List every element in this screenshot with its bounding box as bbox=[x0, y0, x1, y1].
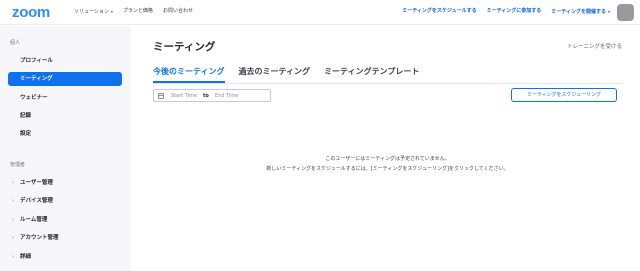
avatar[interactable] bbox=[617, 4, 634, 21]
chevron-right-icon: › bbox=[12, 217, 14, 223]
tabs-divider bbox=[153, 83, 622, 84]
tab-meeting-templates[interactable]: ミーティングテンプレート bbox=[324, 66, 419, 83]
main-content: ミーティング トレーニングを受ける 今後のミーティング 過去のミーティング ミー… bbox=[131, 26, 640, 271]
sidebar-item-settings[interactable]: 設定 bbox=[8, 127, 122, 141]
calendar-icon bbox=[158, 92, 164, 99]
sidebar-item-device-management[interactable]: › デバイス管理 bbox=[8, 194, 122, 208]
meeting-tabs: 今後のミーティング 過去のミーティング ミーティングテンプレート bbox=[153, 66, 419, 83]
sidebar-item-account-management[interactable]: › アカウント管理 bbox=[8, 231, 122, 245]
nav-pricing-link[interactable]: プランと価格 bbox=[123, 8, 153, 16]
nav-schedule-meeting-link[interactable]: ミーティングをスケジュールする bbox=[402, 8, 476, 16]
sidebar-item-meetings[interactable]: ミーティング bbox=[8, 72, 122, 86]
sidebar-item-advanced[interactable]: › 詳細 bbox=[8, 250, 122, 264]
chevron-right-icon: › bbox=[12, 180, 14, 186]
sidebar-item-webinars[interactable]: ウェビナー bbox=[8, 91, 122, 105]
sidebar-item-label: デバイス管理 bbox=[20, 198, 53, 204]
start-time-field[interactable]: Start Time bbox=[171, 93, 197, 99]
nav-left-links: ソリューション ▾ プランと価格 お問い合わせ bbox=[74, 8, 193, 16]
sidebar-item-room-management[interactable]: › ルーム管理 bbox=[8, 213, 122, 227]
sidebar-item-recordings[interactable]: 記録 bbox=[8, 109, 122, 123]
nav-join-meeting-link[interactable]: ミーティングに参加する bbox=[487, 8, 542, 16]
date-range-picker[interactable]: Start Time to End Time bbox=[153, 89, 271, 102]
empty-state-message: このユーザーにはミーティングは予定されていません。 新しいミーティングをスケジュ… bbox=[153, 154, 622, 174]
empty-state-line-2: 新しいミーティングをスケジュールするには、[ミーティングをスケジューリング]をク… bbox=[266, 166, 509, 172]
end-time-field[interactable]: End Time bbox=[215, 93, 238, 99]
date-range-separator: to bbox=[203, 92, 209, 99]
nav-host-meeting-link[interactable]: ミーティングを開催する ▾ bbox=[551, 8, 610, 16]
empty-state-line-1: このユーザーにはミーティングは予定されていません。 bbox=[325, 156, 450, 162]
zoom-logo[interactable]: zoom bbox=[12, 5, 50, 20]
tab-upcoming-meetings[interactable]: 今後のミーティング bbox=[153, 66, 225, 83]
chevron-right-icon: › bbox=[12, 235, 14, 241]
sidebar: 個人 プロフィール ミーティング ウェビナー 記録 設定 管理者 › ユーザー管理… bbox=[0, 26, 131, 271]
sidebar-section-admin: 管理者 bbox=[10, 162, 26, 168]
tab-previous-meetings[interactable]: 過去のミーティング bbox=[239, 66, 311, 83]
sidebar-item-label: ルーム管理 bbox=[20, 217, 48, 223]
nav-host-meeting-label: ミーティングを開催する bbox=[551, 9, 606, 15]
training-link[interactable]: トレーニングを受ける bbox=[567, 44, 622, 51]
chevron-right-icon: › bbox=[12, 254, 14, 260]
sidebar-item-user-management[interactable]: › ユーザー管理 bbox=[8, 176, 122, 190]
chevron-down-icon: ▾ bbox=[110, 9, 113, 14]
nav-solutions-label: ソリューション bbox=[74, 9, 109, 15]
schedule-meeting-button[interactable]: ミーティングをスケジューリング bbox=[511, 88, 617, 102]
chevron-right-icon: › bbox=[12, 198, 14, 204]
sidebar-item-profile[interactable]: プロフィール bbox=[8, 54, 122, 68]
sidebar-item-label: ユーザー管理 bbox=[20, 180, 53, 186]
sidebar-section-personal: 個人 bbox=[10, 40, 21, 46]
nav-right-links: ミーティングをスケジュールする ミーティングに参加する ミーティングを開催する ▾ bbox=[402, 8, 610, 16]
sidebar-item-label: 詳細 bbox=[20, 254, 32, 260]
top-navigation-bar: zoom ソリューション ▾ プランと価格 お問い合わせ ミーティングをスケジュー… bbox=[0, 0, 640, 25]
chevron-down-icon: ▾ bbox=[607, 9, 610, 14]
page-title: ミーティング bbox=[153, 41, 216, 53]
nav-solutions-link[interactable]: ソリューション ▾ bbox=[74, 8, 113, 16]
nav-contact-link[interactable]: お問い合わせ bbox=[163, 8, 193, 16]
sidebar-item-label: アカウント管理 bbox=[20, 235, 59, 241]
